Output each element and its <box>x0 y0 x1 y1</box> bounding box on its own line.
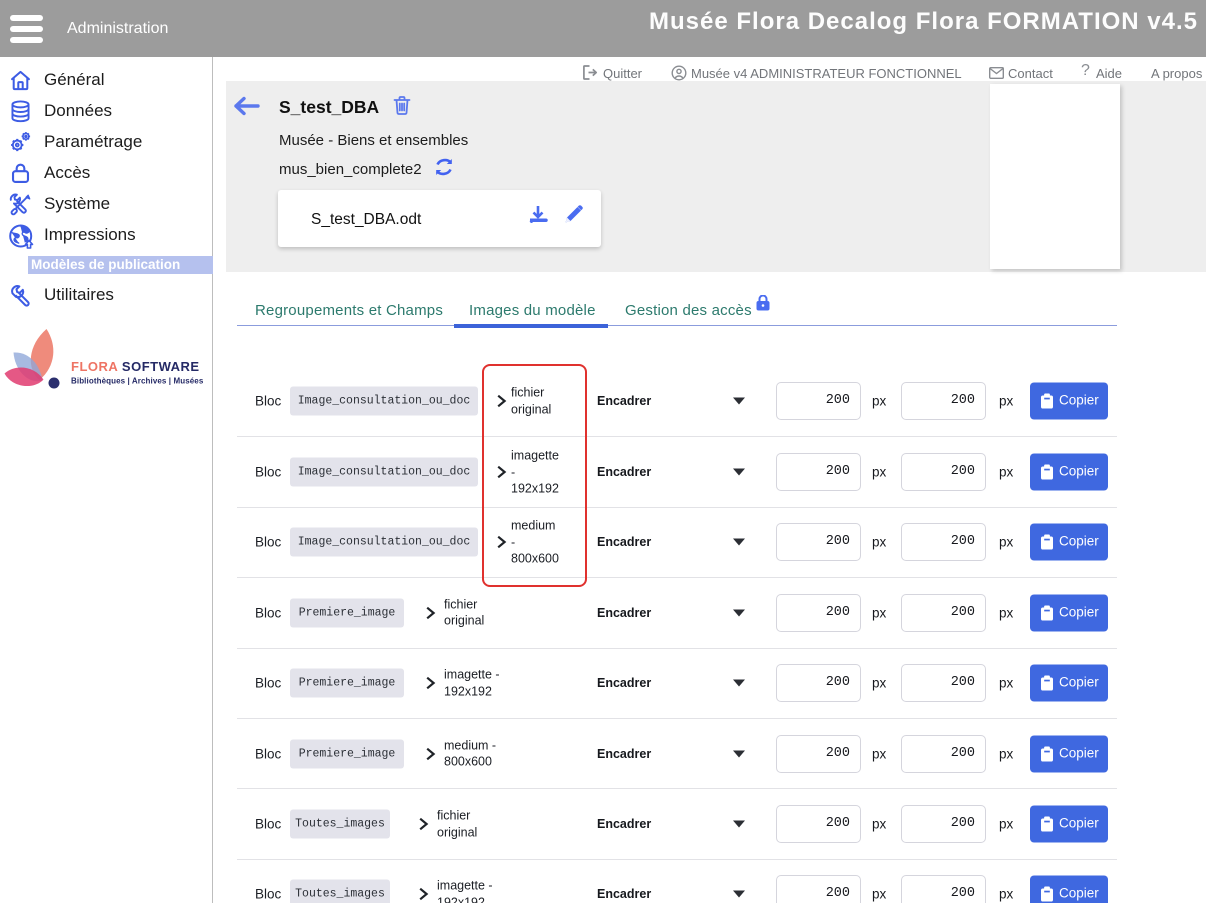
svg-text:Bibliothèques | Archives | Mus: Bibliothèques | Archives | Musées <box>71 377 204 386</box>
svg-text:FLORA SOFTWARE: FLORA SOFTWARE <box>71 359 200 374</box>
